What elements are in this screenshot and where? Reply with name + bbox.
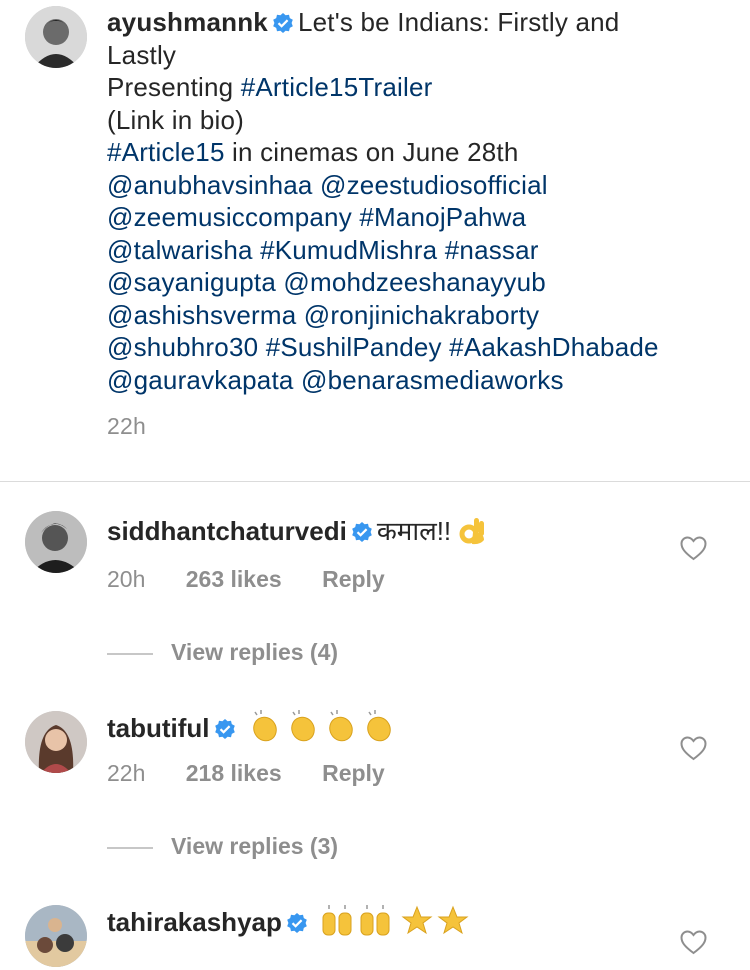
avatar-photo — [25, 6, 87, 68]
post-username[interactable]: ayushmannk — [107, 7, 268, 37]
comment-meta: 22h 218 likes Reply — [107, 760, 385, 787]
hashtag-link[interactable]: #Article15 — [107, 137, 225, 167]
post-timestamp: 22h — [107, 413, 146, 439]
like-heart-icon[interactable] — [680, 736, 707, 761]
caption-presenting: Presenting — [107, 72, 241, 102]
comment-likes[interactable]: 218 likes — [186, 760, 282, 787]
view-replies-label: View replies (4) — [171, 639, 339, 665]
comment-1: siddhantchaturvedi कमाल!! — [107, 514, 667, 547]
comment-timestamp: 20h — [107, 566, 146, 592]
caption-line-1: Let's be Indians: Firstly and — [297, 7, 620, 37]
comment-timestamp: 22h — [107, 760, 146, 786]
comment-2: tabutiful — [107, 709, 667, 744]
avatar-photo — [25, 711, 87, 773]
view-replies-button[interactable]: View replies (4) — [107, 639, 338, 666]
mentions-line[interactable]: @anubhavsinhaa @zeestudiosofficial — [107, 169, 727, 202]
verified-badge-icon — [352, 522, 372, 542]
mentions-line[interactable]: @shubhro30 #SushilPandey #AakashDhabade — [107, 331, 727, 364]
post-author-avatar[interactable] — [25, 6, 87, 68]
verified-badge-icon — [214, 719, 235, 739]
comment-username[interactable]: siddhantchaturvedi — [107, 516, 347, 546]
reply-button[interactable]: Reply — [322, 566, 385, 593]
view-replies-label: View replies (3) — [171, 833, 339, 859]
raised-hands-and-star-emoji-icon — [322, 905, 469, 936]
like-heart-icon[interactable] — [680, 536, 707, 561]
caption-line-2: Lastly — [107, 39, 177, 70]
reply-button[interactable]: Reply — [322, 760, 385, 787]
like-heart-icon[interactable] — [680, 930, 707, 955]
caption-cinemas-text: in cinemas on June 28th — [224, 137, 519, 167]
hashtag-link[interactable]: #Article15Trailer — [241, 72, 433, 102]
post-caption: ayushmannk Let's be Indians: Firstly and … — [107, 6, 727, 443]
caption-line-4: (Link in bio) — [107, 104, 244, 135]
verified-badge-icon — [273, 13, 293, 33]
view-replies-line — [107, 652, 153, 655]
caption-line-5: #Article15 in cinemas on June 28th — [107, 136, 727, 169]
comment-text: कमाल!! — [376, 516, 452, 546]
view-replies-button[interactable]: View replies (3) — [107, 833, 338, 860]
verified-badge-icon — [287, 913, 307, 933]
clapping-hands-emoji-icon — [253, 710, 391, 742]
comment-likes[interactable]: 263 likes — [186, 566, 282, 593]
caption-line-3: Presenting #Article15Trailer — [107, 71, 727, 104]
mentions-line[interactable]: @talwarisha #KumudMishra #nassar — [107, 234, 727, 267]
comment-meta: 20h 263 likes Reply — [107, 566, 385, 593]
mentions-line[interactable]: @sayanigupta @mohdzeeshanayyub — [107, 266, 727, 299]
comment-username[interactable]: tabutiful — [107, 713, 210, 743]
mentions-line[interactable]: @gauravkapata @benarasmediaworks — [107, 364, 727, 397]
commenter-avatar[interactable] — [25, 711, 87, 773]
avatar-photo — [25, 905, 87, 967]
commenter-avatar[interactable] — [25, 511, 87, 573]
divider — [0, 481, 750, 482]
mentions-line[interactable]: @ashishsverma @ronjinichakraborty — [107, 299, 727, 332]
avatar-photo — [25, 511, 87, 573]
mentions-line[interactable]: @zeemusiccompany #ManojPahwa — [107, 201, 727, 234]
commenter-avatar[interactable] — [25, 905, 87, 967]
ok-hand-emoji-icon — [459, 518, 485, 545]
comment-3: tahirakashyap — [107, 903, 667, 938]
view-replies-line — [107, 846, 153, 849]
comment-username[interactable]: tahirakashyap — [107, 907, 282, 937]
